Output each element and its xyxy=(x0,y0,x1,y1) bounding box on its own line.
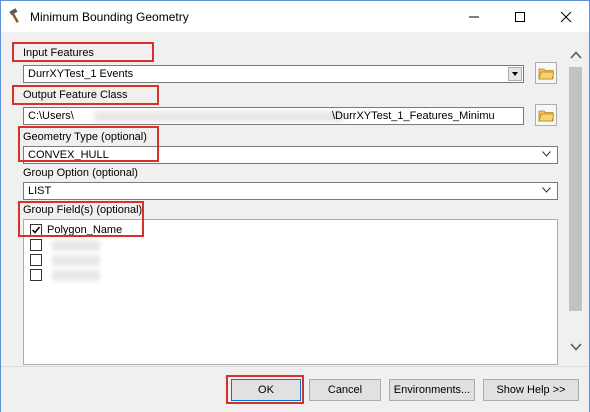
window-title: Minimum Bounding Geometry xyxy=(30,10,189,24)
ok-button[interactable]: OK xyxy=(231,379,301,401)
cancel-button[interactable]: Cancel xyxy=(309,379,381,401)
scrollbar-thumb[interactable] xyxy=(569,67,582,311)
dropdown-arrow-icon[interactable] xyxy=(508,67,522,81)
redacted-path xyxy=(94,111,344,122)
input-features-value: DurrXYTest_1 Events xyxy=(28,68,134,80)
vertical-scrollbar[interactable] xyxy=(567,37,585,357)
output-path-suffix: \DurrXYTest_1_Features_Minimu xyxy=(332,110,495,122)
chevron-down-icon xyxy=(542,151,551,157)
input-features-label: Input Features xyxy=(23,47,94,59)
folder-icon xyxy=(538,68,554,80)
group-fields-list: Polygon_Name xyxy=(23,219,558,365)
maximize-button[interactable] xyxy=(497,1,543,32)
checkbox[interactable] xyxy=(30,239,42,251)
chevron-down-icon xyxy=(542,187,551,193)
checkmark-icon xyxy=(31,226,41,234)
minimize-button[interactable] xyxy=(451,1,497,32)
output-feature-class-browse-button[interactable] xyxy=(535,104,557,126)
list-item[interactable] xyxy=(28,253,228,268)
list-item[interactable]: Polygon_Name xyxy=(28,223,228,238)
group-fields-label: Group Field(s) (optional) xyxy=(23,204,143,216)
maximize-icon xyxy=(515,12,525,22)
redacted-label xyxy=(52,240,100,251)
redacted-label xyxy=(52,255,100,266)
group-option-value: LIST xyxy=(28,185,52,197)
list-item-label: Polygon_Name xyxy=(47,224,123,236)
title-bar[interactable]: Minimum Bounding Geometry xyxy=(1,1,589,32)
output-path-prefix: C:\Users\ xyxy=(28,110,74,122)
list-item[interactable] xyxy=(28,238,228,253)
input-features-dropdown[interactable]: DurrXYTest_1 Events xyxy=(23,65,524,83)
checkbox[interactable] xyxy=(30,224,42,236)
redacted-label xyxy=(52,270,100,281)
chevron-up-icon[interactable] xyxy=(570,51,582,59)
folder-icon xyxy=(538,110,554,122)
chevron-down-icon[interactable] xyxy=(570,343,582,351)
input-features-browse-button[interactable] xyxy=(535,62,557,84)
list-item[interactable] xyxy=(28,268,228,283)
geometry-type-label: Geometry Type (optional) xyxy=(23,131,147,143)
close-button[interactable] xyxy=(543,1,589,32)
dialog-window: Minimum Bounding Geometry Input Features… xyxy=(0,0,590,412)
close-icon xyxy=(560,11,572,23)
geometry-type-select[interactable]: CONVEX_HULL xyxy=(23,146,558,164)
output-feature-class-label: Output Feature Class xyxy=(23,89,128,101)
checkbox[interactable] xyxy=(30,254,42,266)
group-option-select[interactable]: LIST xyxy=(23,182,558,200)
geometry-type-value: CONVEX_HULL xyxy=(28,149,109,161)
show-help-button[interactable]: Show Help >> xyxy=(483,379,579,401)
environments-button[interactable]: Environments... xyxy=(389,379,475,401)
output-feature-class-input[interactable]: C:\Users\ \DurrXYTest_1_Features_Minimu xyxy=(23,107,524,125)
checkbox[interactable] xyxy=(30,269,42,281)
hammer-icon xyxy=(9,8,19,23)
group-option-label: Group Option (optional) xyxy=(23,167,138,179)
minimize-icon xyxy=(469,16,479,18)
